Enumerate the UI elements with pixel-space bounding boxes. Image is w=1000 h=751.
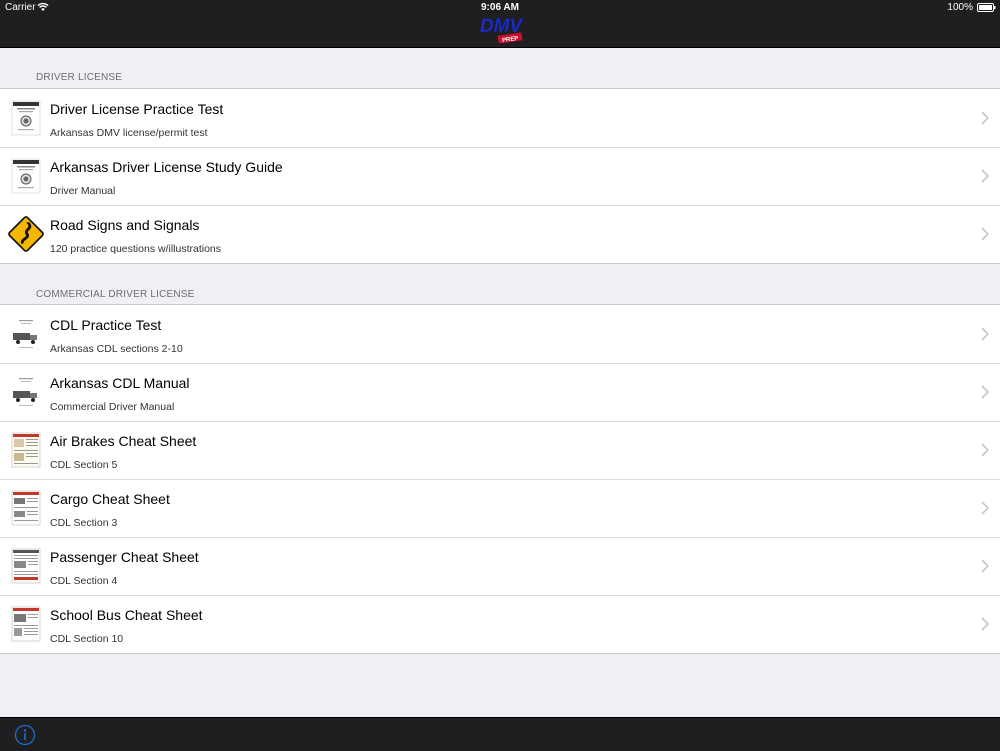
item-title: School Bus Cheat Sheet — [50, 607, 203, 623]
item-title: CDL Practice Test — [50, 317, 162, 333]
list-item-road-signs-and-signals[interactable]: Road Signs and Signals 120 practice ques… — [0, 205, 1000, 263]
navigation-bar: DMV PREP — [0, 16, 1000, 48]
cdl-manual-cover-icon — [12, 317, 40, 351]
item-title: Driver License Practice Test — [50, 101, 224, 117]
list-item-arkansas-cdl-manual[interactable]: Arkansas CDL Manual Commercial Driver Ma… — [0, 363, 1000, 421]
item-title: Arkansas CDL Manual — [50, 375, 190, 391]
item-subtitle: Arkansas DMV license/permit test — [50, 127, 208, 139]
item-subtitle: 120 practice questions w/illustrations — [50, 243, 222, 255]
cheat-sheet-icon — [11, 606, 41, 642]
item-subtitle: Driver Manual — [50, 185, 116, 197]
item-title: Road Signs and Signals — [50, 217, 200, 233]
item-title: Arkansas Driver License Study Guide — [50, 159, 283, 175]
list-item-arkansas-driver-license-study-guide[interactable]: Arkansas Driver License Study Guide Driv… — [0, 147, 1000, 205]
dmv-prep-logo: DMV PREP — [480, 16, 524, 44]
battery-percent: 100% — [947, 2, 973, 13]
driver-license-group: Driver License Practice Test Arkansas DM… — [0, 88, 1000, 264]
item-subtitle: Commercial Driver Manual — [50, 401, 175, 413]
item-subtitle: CDL Section 5 — [50, 459, 118, 471]
cdl-manual-cover-icon — [12, 375, 40, 409]
info-icon[interactable] — [14, 724, 36, 746]
cheat-sheet-icon — [11, 432, 41, 468]
item-subtitle: CDL Section 4 — [50, 575, 118, 587]
manual-cover-icon — [11, 100, 41, 136]
chevron-right-icon — [981, 327, 989, 341]
list-item-cargo-cheat-sheet[interactable]: Cargo Cheat Sheet CDL Section 3 — [0, 479, 1000, 537]
winding-road-sign-icon — [8, 216, 44, 252]
cheat-sheet-icon — [11, 548, 41, 584]
chevron-right-icon — [981, 385, 989, 399]
item-subtitle: Arkansas CDL sections 2-10 — [50, 343, 183, 355]
commercial-driver-license-group: CDL Practice Test Arkansas CDL sections … — [0, 304, 1000, 654]
item-title: Passenger Cheat Sheet — [50, 549, 199, 565]
item-title: Air Brakes Cheat Sheet — [50, 433, 197, 449]
list-item-cdl-practice-test[interactable]: CDL Practice Test Arkansas CDL sections … — [0, 305, 1000, 363]
cheat-sheet-icon — [11, 490, 41, 526]
item-subtitle: CDL Section 10 — [50, 633, 124, 645]
manual-cover-icon — [11, 158, 41, 194]
list-item-driver-license-practice-test[interactable]: Driver License Practice Test Arkansas DM… — [0, 89, 1000, 147]
list-item-school-bus-cheat-sheet[interactable]: School Bus Cheat Sheet CDL Section 10 — [0, 595, 1000, 653]
list-item-passenger-cheat-sheet[interactable]: Passenger Cheat Sheet CDL Section 4 — [0, 537, 1000, 595]
item-title: Cargo Cheat Sheet — [50, 491, 170, 507]
chevron-right-icon — [981, 501, 989, 515]
chevron-right-icon — [981, 169, 989, 183]
item-subtitle: CDL Section 3 — [50, 517, 118, 529]
logo-badge: PREP — [502, 36, 519, 44]
chevron-right-icon — [981, 443, 989, 457]
chevron-right-icon — [981, 111, 989, 125]
section-header-driver-license: DRIVER LICENSE — [36, 72, 123, 83]
chevron-right-icon — [981, 617, 989, 631]
status-bar: Carrier 9:06 AM 100% — [0, 0, 1000, 16]
chevron-right-icon — [981, 559, 989, 573]
battery-icon — [977, 3, 996, 12]
chevron-right-icon — [981, 227, 989, 241]
list-item-air-brakes-cheat-sheet[interactable]: Air Brakes Cheat Sheet CDL Section 5 — [0, 421, 1000, 479]
clock: 9:06 AM — [481, 2, 519, 13]
bottom-toolbar — [0, 717, 1000, 751]
section-header-commercial-driver-license: COMMERCIAL DRIVER LICENSE — [36, 289, 195, 300]
